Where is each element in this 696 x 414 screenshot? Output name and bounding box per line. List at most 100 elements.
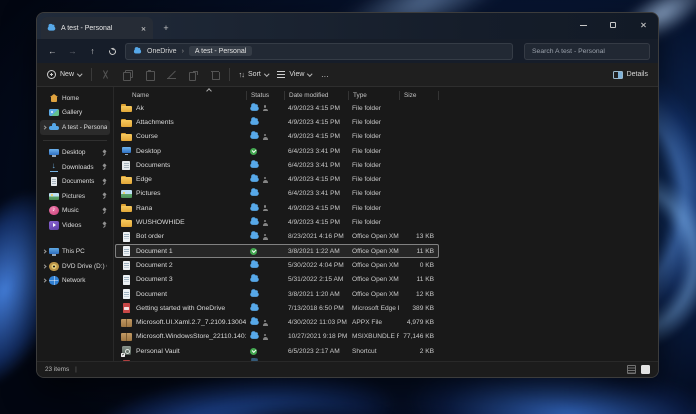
cloud-status-icon <box>250 106 259 111</box>
breadcrumb[interactable]: OneDrive › A test - Personal <box>125 43 513 60</box>
up-button[interactable]: ↑ <box>85 46 100 56</box>
tab-close-icon[interactable] <box>141 25 147 31</box>
file-name: Desktop <box>136 148 161 155</box>
status-cell <box>246 234 284 240</box>
sidebar-item-dvd-drive-d-ccc[interactable]: DVD Drive (D:) CCC <box>40 259 110 274</box>
main-area: HomeGalleryA test - PersonalDesktopDownl… <box>37 87 658 361</box>
sidebar-item-downloads[interactable]: Downloads <box>40 160 110 175</box>
cloud-status-icon <box>250 206 259 211</box>
command-toolbar: New ↑↓ Sort View … Details <box>37 63 658 87</box>
documents-folder-icon <box>121 160 132 171</box>
sidebar-item-videos[interactable]: Videos <box>40 218 110 233</box>
cloud-status-icon <box>250 192 259 197</box>
file-row[interactable]: Microsoft.UI.Xaml.2.7_7.2109.13004.0_x64… <box>115 315 439 329</box>
column-header-size[interactable]: Size <box>399 91 438 100</box>
file-row[interactable]: Documents6/4/2023 3:41 PMFile folder <box>115 158 439 172</box>
partial-file-row[interactable] <box>115 358 439 361</box>
share-icon[interactable] <box>189 70 198 79</box>
file-name: Microsoft.WindowsStore_22110.1401.10.0..… <box>136 333 246 340</box>
close-icon <box>640 22 647 29</box>
rename-icon[interactable] <box>167 70 176 79</box>
file-row[interactable]: Edge4/9/2023 4:15 PMFile folder <box>115 172 439 186</box>
sidebar-item-desktop[interactable]: Desktop <box>40 146 110 161</box>
file-row[interactable]: Personal Vault6/5/2023 2:17 AMShortcut2 … <box>115 344 439 358</box>
large-icons-view-toggle-icon[interactable] <box>641 365 650 374</box>
file-row[interactable]: Ak4/9/2023 4:15 PMFile folder <box>115 101 439 115</box>
new-label: New <box>60 71 74 78</box>
expand-chevron-icon[interactable] <box>42 264 46 268</box>
maximize-button[interactable] <box>598 13 628 37</box>
file-row[interactable]: Rana4/9/2023 4:15 PMFile folder <box>115 201 439 215</box>
back-button[interactable]: ← <box>45 46 60 56</box>
file-row[interactable]: Course4/9/2023 4:15 PMFile folder <box>115 130 439 144</box>
file-name-cell: Microsoft.WindowsStore_22110.1401.10.0..… <box>115 331 246 342</box>
see-more-button[interactable]: … <box>321 70 329 79</box>
file-row[interactable]: Document 35/31/2022 2:15 AMOffice Open X… <box>115 273 439 287</box>
file-name-cell: Ak <box>115 103 246 114</box>
cloud-status-icon <box>250 263 259 268</box>
sidebar-item-network[interactable]: Network <box>40 274 110 289</box>
minimize-button[interactable] <box>568 13 598 37</box>
copy-icon[interactable] <box>123 70 132 79</box>
file-size: 389 KB <box>399 305 438 312</box>
shared-person-icon <box>262 177 268 183</box>
paste-icon[interactable] <box>145 70 154 79</box>
sidebar-item-documents[interactable]: Documents <box>40 175 110 190</box>
file-row[interactable]: Desktop6/4/2023 3:41 PMFile folder <box>115 144 439 158</box>
details-pane-button[interactable]: Details <box>613 71 648 79</box>
close-button[interactable] <box>628 13 658 37</box>
file-row[interactable]: Microsoft.WindowsStore_22110.1401.10.0..… <box>115 330 439 344</box>
delete-icon[interactable] <box>211 70 220 79</box>
pin-icon <box>101 208 107 214</box>
file-type: Shortcut <box>348 348 399 355</box>
expand-chevron-icon[interactable] <box>42 250 46 254</box>
sort-arrows-icon: ↑↓ <box>239 70 245 79</box>
sidebar-item-gallery[interactable]: Gallery <box>40 106 110 121</box>
sidebar-item-label: Documents <box>62 178 98 185</box>
file-row[interactable]: Document3/8/2021 1:20 AMOffice Open XML … <box>115 287 439 301</box>
navigation-sidebar: HomeGalleryA test - Personal DesktopDownl… <box>37 87 114 361</box>
sidebar-item-pictures[interactable]: Pictures <box>40 189 110 204</box>
file-size: 4,979 KB <box>399 319 438 326</box>
tab-a-test-personal[interactable]: A test - Personal <box>41 17 153 39</box>
file-row[interactable]: Attachments4/9/2023 4:15 PMFile folder <box>115 115 439 129</box>
sort-button[interactable]: ↑↓ Sort <box>239 70 269 79</box>
column-header-status[interactable]: Status <box>246 91 284 100</box>
file-row[interactable]: WUSHOWHIDE4/9/2023 4:15 PMFile folder <box>115 215 439 229</box>
details-view-toggle-icon[interactable] <box>627 365 636 374</box>
new-button[interactable]: New <box>47 70 82 79</box>
file-row[interactable]: Getting started with OneDrive7/13/2018 6… <box>115 301 439 315</box>
sidebar-item-this-pc[interactable]: This PC <box>40 245 110 260</box>
file-row[interactable]: Document 25/30/2022 4:04 PMOffice Open X… <box>115 258 439 272</box>
file-size: 0 KB <box>399 262 438 269</box>
sidebar-item-a-test-personal[interactable]: A test - Personal <box>40 120 110 135</box>
file-row[interactable]: Bot order8/23/2021 4:16 PMOffice Open XM… <box>115 230 439 244</box>
refresh-icon[interactable] <box>108 46 117 55</box>
new-tab-button[interactable]: + <box>158 19 174 37</box>
breadcrumb-current-folder[interactable]: A test - Personal <box>189 46 252 56</box>
sidebar-item-home[interactable]: Home <box>40 91 110 106</box>
cut-icon[interactable] <box>101 70 110 79</box>
column-header-name[interactable]: Name <box>115 91 246 100</box>
sort-label: Sort <box>248 71 261 78</box>
status-cell <box>246 263 284 268</box>
file-name: Edge <box>136 176 152 183</box>
file-size: 11 KB <box>399 276 438 283</box>
column-header-type[interactable]: Type <box>348 91 399 100</box>
column-header-date-modified[interactable]: Date modified <box>284 91 348 100</box>
word-document-icon <box>121 246 132 257</box>
breadcrumb-onedrive[interactable]: OneDrive <box>147 48 177 55</box>
file-name-cell: Microsoft.UI.Xaml.2.7_7.2109.13004.0_x64… <box>115 317 246 328</box>
file-row[interactable]: Pictures6/4/2023 3:41 PMFile folder <box>115 187 439 201</box>
onedrive-icon <box>49 122 59 132</box>
file-row[interactable]: Document 13/8/2021 1:22 AMOffice Open XM… <box>115 244 439 258</box>
forward-button[interactable]: → <box>65 46 80 56</box>
this-pc-icon <box>49 247 59 257</box>
cloud-status-icon <box>250 134 259 139</box>
desktop-icon <box>49 148 59 158</box>
expand-chevron-icon[interactable] <box>42 125 46 129</box>
sidebar-item-music[interactable]: Music <box>40 204 110 219</box>
expand-chevron-icon[interactable] <box>42 279 46 283</box>
view-button[interactable]: View <box>277 71 312 78</box>
search-input[interactable]: Search A test - Personal <box>524 43 650 60</box>
